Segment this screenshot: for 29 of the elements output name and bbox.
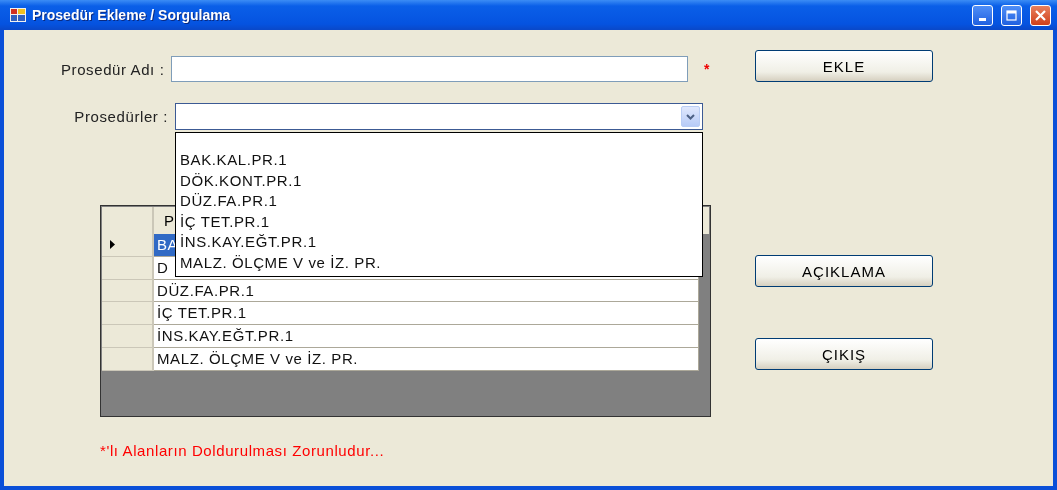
table-cell: MALZ. ÖLÇME V ve İZ. PR. — [154, 348, 699, 371]
dropdown-option[interactable]: BAK.KAL.PR.1 — [180, 150, 698, 171]
maximize-icon — [1006, 9, 1017, 21]
window-title: Prosedür Ekleme / Sorgulama — [32, 7, 232, 23]
dropdown-option[interactable]: İÇ TET.PR.1 — [180, 211, 698, 233]
dropdown-option[interactable]: DÖK.KONT.PR.1 — [180, 170, 698, 192]
table-cell: İÇ TET.PR.1 — [154, 302, 699, 326]
table-cell: DÜZ.FA.PR.1 — [154, 279, 699, 303]
close-icon — [1035, 9, 1046, 21]
name-input-field[interactable] — [171, 56, 688, 82]
minimize-button[interactable] — [972, 4, 993, 26]
maximize-button[interactable] — [1001, 4, 1022, 26]
exit-button[interactable]: ÇIKIŞ — [755, 338, 933, 370]
field-label: Prosedür Adı : — [59, 60, 166, 78]
close-button[interactable] — [1030, 4, 1051, 26]
dropdown-button[interactable] — [681, 106, 700, 127]
required-fields-message: *'lı Alanların Doldurulması Zorunludur... — [100, 442, 386, 459]
field-label: Prosedürler : — [73, 108, 169, 125]
row-header[interactable] — [102, 234, 154, 257]
required-mark: * — [703, 61, 710, 77]
dropdown-option[interactable]: DÜZ.FA.PR.1 — [180, 191, 698, 212]
table-cell: İNS.KAY.EĞT.PR.1 — [154, 325, 699, 348]
add-button[interactable]: EKLE — [755, 50, 933, 82]
chevron-down-icon — [686, 113, 695, 120]
current-row-icon — [110, 240, 115, 250]
minimize-icon — [979, 17, 986, 21]
dropdown-option[interactable]: İNS.KAY.EĞT.PR.1 — [180, 232, 698, 253]
app-icon — [10, 8, 26, 22]
description-button[interactable]: AÇIKLAMA — [755, 255, 933, 287]
